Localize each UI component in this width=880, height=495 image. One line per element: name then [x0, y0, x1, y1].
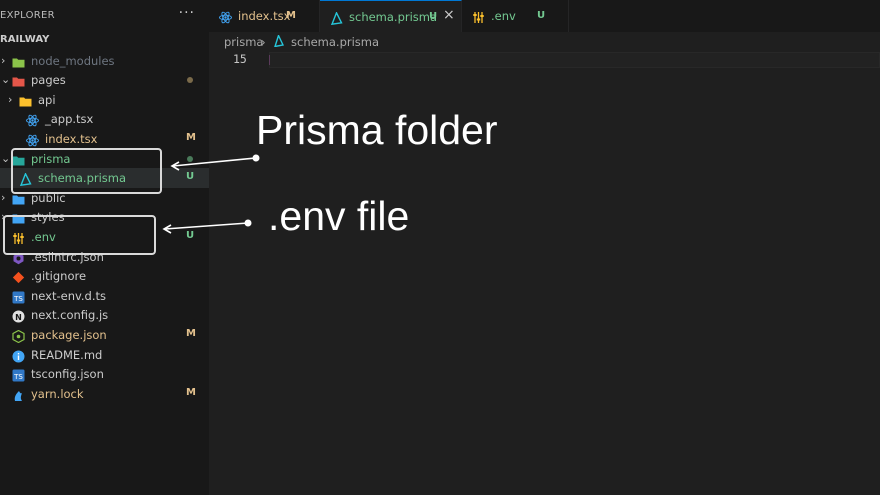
- prisma-folder-annotation: Prisma folder: [256, 107, 498, 153]
- env-file-annotation: .env file: [268, 193, 410, 239]
- env-annotation-arrow: [162, 219, 252, 234]
- annotation-arrows: [162, 154, 260, 234]
- prisma-annotation-arrow: [170, 154, 260, 171]
